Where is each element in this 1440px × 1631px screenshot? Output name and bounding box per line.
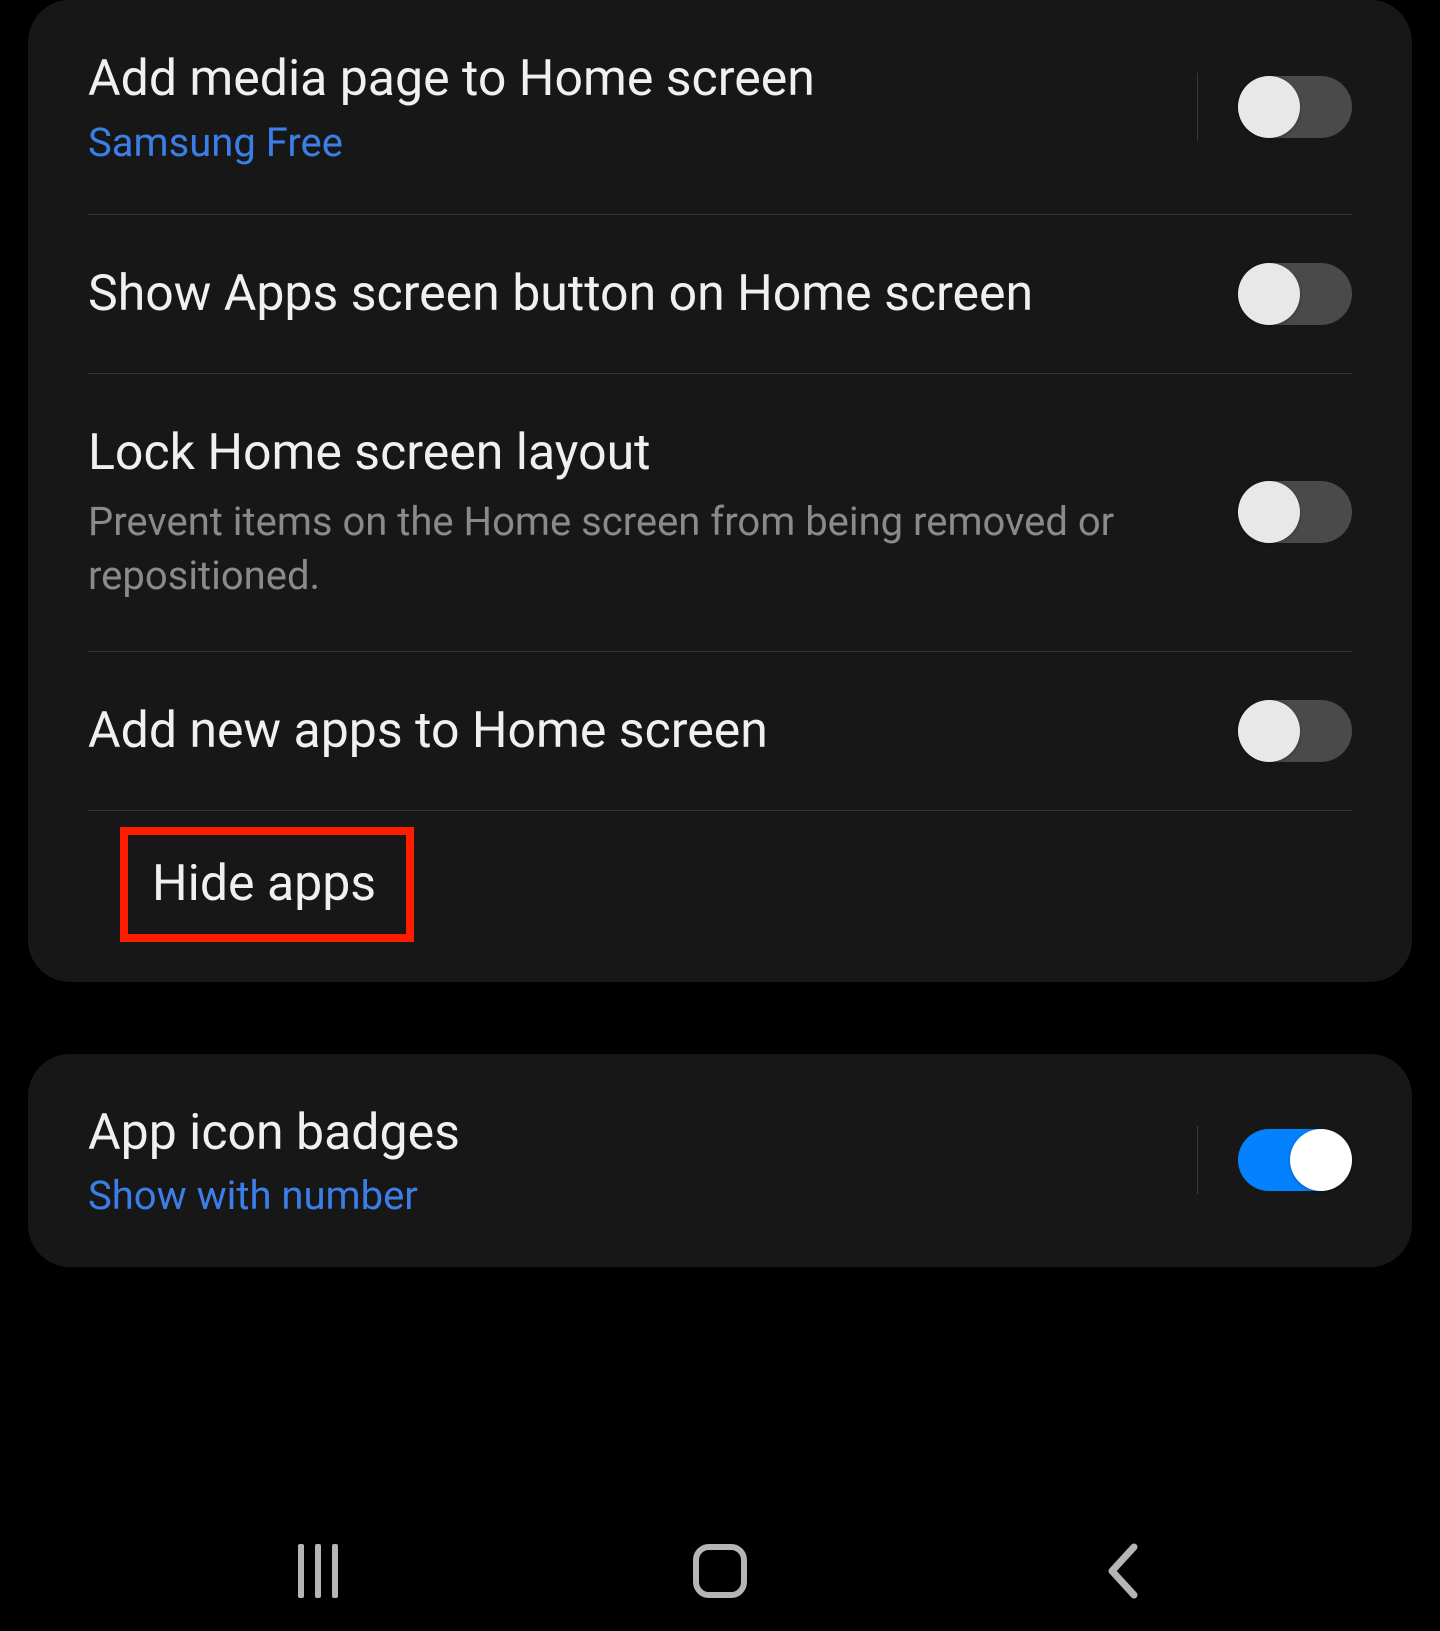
row-content: Show Apps screen button on Home screen bbox=[88, 263, 1238, 326]
nav-recents-button[interactable] bbox=[298, 1544, 338, 1598]
setting-description: Prevent items on the Home screen from be… bbox=[88, 495, 1198, 603]
setting-title: App icon badges bbox=[88, 1102, 1157, 1165]
setting-title: Add new apps to Home screen bbox=[88, 700, 1198, 763]
row-content: App icon badges Show with number bbox=[88, 1102, 1197, 1220]
setting-add-media-page[interactable]: Add media page to Home screen Samsung Fr… bbox=[28, 0, 1412, 214]
recents-icon bbox=[298, 1544, 338, 1598]
home-icon bbox=[693, 1544, 747, 1598]
navigation-bar bbox=[0, 1511, 1440, 1631]
toggle-wrap bbox=[1197, 1126, 1352, 1194]
setting-title: Show Apps screen button on Home screen bbox=[88, 263, 1198, 326]
toggle-knob bbox=[1290, 1129, 1352, 1191]
nav-home-button[interactable] bbox=[693, 1544, 747, 1598]
toggle-wrap bbox=[1238, 700, 1352, 762]
row-content: Lock Home screen layout Prevent items on… bbox=[88, 422, 1238, 603]
row-content: Add new apps to Home screen bbox=[88, 700, 1238, 763]
settings-card-2: App icon badges Show with number bbox=[28, 1054, 1412, 1268]
setting-title: Add media page to Home screen bbox=[88, 48, 1157, 111]
toggle-knob bbox=[1238, 481, 1300, 543]
toggle-lock-layout[interactable] bbox=[1238, 481, 1352, 543]
toggle-wrap bbox=[1238, 481, 1352, 543]
back-icon bbox=[1102, 1541, 1142, 1601]
setting-lock-layout[interactable]: Lock Home screen layout Prevent items on… bbox=[28, 374, 1412, 651]
toggle-wrap bbox=[1197, 73, 1352, 141]
toggle-show-apps-button[interactable] bbox=[1238, 263, 1352, 325]
toggle-knob bbox=[1238, 700, 1300, 762]
vertical-divider bbox=[1197, 1126, 1198, 1194]
setting-subtitle-link[interactable]: Samsung Free bbox=[88, 119, 1157, 166]
setting-app-icon-badges[interactable]: App icon badges Show with number bbox=[28, 1054, 1412, 1268]
setting-subtitle-link: Show with number bbox=[88, 1172, 1157, 1219]
highlight-annotation: Hide apps bbox=[120, 827, 414, 942]
toggle-knob bbox=[1238, 263, 1300, 325]
setting-title: Lock Home screen layout bbox=[88, 422, 1198, 485]
setting-title: Hide apps bbox=[152, 853, 376, 916]
setting-add-new-apps[interactable]: Add new apps to Home screen bbox=[28, 652, 1412, 811]
toggle-wrap bbox=[1238, 263, 1352, 325]
toggle-knob bbox=[1238, 76, 1300, 138]
toggle-add-new-apps[interactable] bbox=[1238, 700, 1352, 762]
setting-hide-apps[interactable]: Hide apps bbox=[28, 811, 1412, 942]
vertical-divider bbox=[1197, 73, 1198, 141]
toggle-add-media-page[interactable] bbox=[1238, 76, 1352, 138]
row-content: Add media page to Home screen Samsung Fr… bbox=[88, 48, 1197, 166]
nav-back-button[interactable] bbox=[1102, 1541, 1142, 1601]
settings-card-1: Add media page to Home screen Samsung Fr… bbox=[28, 0, 1412, 982]
toggle-app-icon-badges[interactable] bbox=[1238, 1129, 1352, 1191]
setting-show-apps-button[interactable]: Show Apps screen button on Home screen bbox=[28, 215, 1412, 374]
